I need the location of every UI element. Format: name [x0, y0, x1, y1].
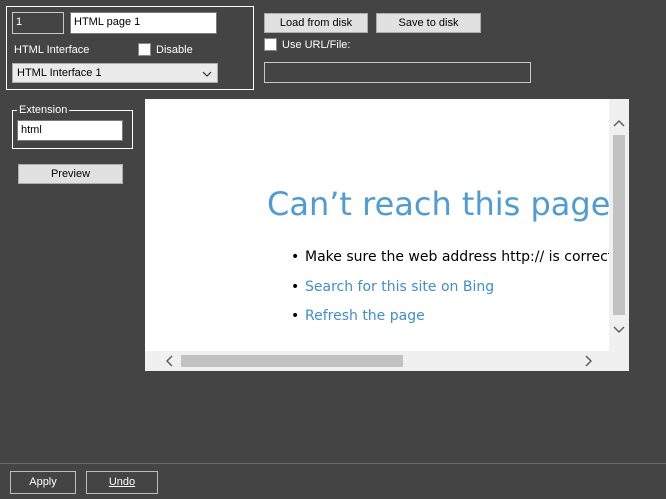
undo-button[interactable]: Undo	[86, 471, 158, 494]
footer-divider	[0, 463, 666, 464]
horizontal-scrollbar[interactable]	[145, 351, 609, 371]
bullet: •	[291, 279, 300, 295]
html-preview-pane[interactable]: Can’t reach this page • Make sure the web…	[145, 99, 629, 371]
scroll-up-icon[interactable]	[613, 119, 625, 127]
scrollbar-corner	[609, 351, 629, 371]
extension-field[interactable]: html	[17, 120, 123, 141]
disable-checkbox[interactable]	[138, 43, 151, 56]
html-interface-select-value: HTML Interface 1	[17, 67, 102, 79]
vertical-scrollbar[interactable]	[609, 99, 629, 351]
disable-label: Disable	[156, 44, 193, 56]
error-title: Can’t reach this page	[267, 185, 611, 223]
bullet: •	[291, 308, 300, 324]
extension-legend: Extension	[17, 104, 70, 116]
load-from-disk-button[interactable]: Load from disk	[264, 13, 368, 33]
preview-button[interactable]: Preview	[18, 164, 123, 184]
refresh-page-link[interactable]: Refresh the page	[305, 308, 425, 324]
chevron-down-icon	[202, 71, 212, 77]
use-url-label: Use URL/File:	[282, 39, 351, 51]
search-bing-link[interactable]: Search for this site on Bing	[305, 279, 494, 295]
use-url-checkbox[interactable]	[264, 38, 277, 51]
undo-button-label: Undo	[108, 476, 136, 488]
horizontal-scroll-thumb[interactable]	[181, 355, 403, 367]
tip-item[interactable]: • Search for this site on Bing	[291, 278, 494, 296]
bullet: •	[291, 249, 300, 265]
html-interface-label: HTML Interface	[14, 44, 90, 56]
save-to-disk-button[interactable]: Save to disk	[376, 13, 481, 33]
apply-button[interactable]: Apply	[10, 471, 76, 494]
tip-item: • Make sure the web address http:// is co…	[291, 248, 613, 266]
scroll-right-icon[interactable]	[585, 355, 593, 367]
url-file-field[interactable]	[264, 62, 531, 83]
scroll-left-icon[interactable]	[165, 355, 173, 367]
html-interface-select[interactable]: HTML Interface 1	[12, 63, 218, 83]
object-name-field[interactable]: HTML page 1	[70, 12, 217, 34]
object-id-field[interactable]: 1	[12, 12, 64, 34]
tip-item[interactable]: • Refresh the page	[291, 307, 425, 325]
vertical-scroll-thumb[interactable]	[613, 135, 625, 315]
tip-text: Make sure the web address http:// is cor…	[305, 249, 614, 265]
scroll-down-icon[interactable]	[613, 326, 625, 334]
